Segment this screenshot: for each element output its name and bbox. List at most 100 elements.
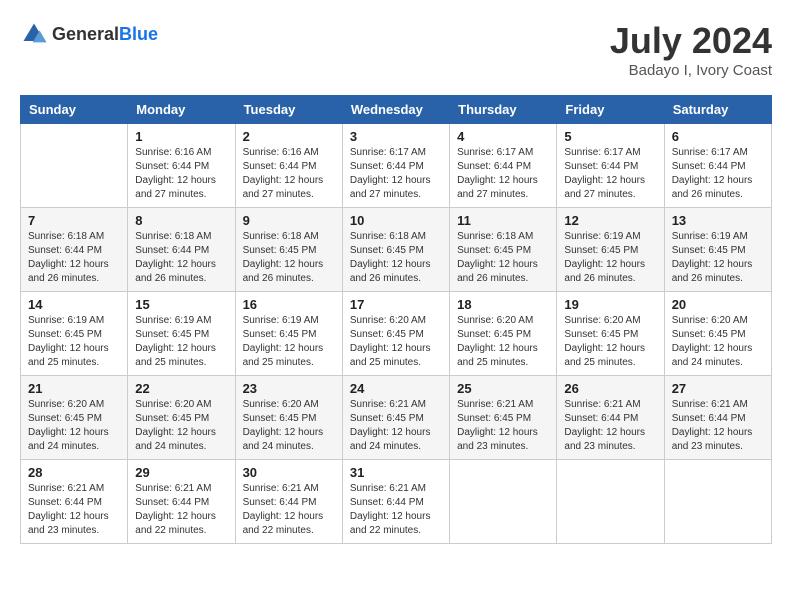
- day-info: Sunrise: 6:16 AM Sunset: 6:44 PM Dayligh…: [243, 146, 335, 202]
- day-number: 11: [457, 213, 549, 228]
- logo: GeneralBlue: [20, 20, 158, 48]
- day-info: Sunrise: 6:21 AM Sunset: 6:44 PM Dayligh…: [672, 398, 764, 454]
- calendar-cell: 15 Sunrise: 6:19 AM Sunset: 6:45 PM Dayli…: [128, 292, 235, 376]
- day-info: Sunrise: 6:20 AM Sunset: 6:45 PM Dayligh…: [243, 398, 335, 454]
- calendar-week-row: 14 Sunrise: 6:19 AM Sunset: 6:45 PM Dayli…: [21, 292, 772, 376]
- day-info: Sunrise: 6:21 AM Sunset: 6:45 PM Dayligh…: [350, 398, 442, 454]
- calendar-cell: [557, 460, 664, 544]
- day-info: Sunrise: 6:21 AM Sunset: 6:44 PM Dayligh…: [243, 482, 335, 538]
- calendar-week-row: 21Sunrise: 6:20 AM Sunset: 6:45 PM Dayli…: [21, 376, 772, 460]
- calendar-week-row: 7Sunrise: 6:18 AM Sunset: 6:44 PM Daylig…: [21, 208, 772, 292]
- calendar-cell: 6 Sunrise: 6:17 AM Sunset: 6:44 PM Daylig…: [664, 124, 771, 208]
- day-info: Sunrise: 6:17 AM Sunset: 6:44 PM Dayligh…: [350, 146, 442, 202]
- calendar-week-row: 28 Sunrise: 6:21 AM Sunset: 6:44 PM Dayli…: [21, 460, 772, 544]
- day-number: 15: [135, 297, 227, 312]
- day-info: Sunrise: 6:20 AM Sunset: 6:45 PM Dayligh…: [457, 314, 549, 370]
- calendar-header-thursday: Thursday: [450, 96, 557, 124]
- calendar-cell: 22Sunrise: 6:20 AM Sunset: 6:45 PM Dayli…: [128, 376, 235, 460]
- calendar-cell: 4 Sunrise: 6:17 AM Sunset: 6:44 PM Daylig…: [450, 124, 557, 208]
- day-number: 1: [135, 129, 227, 144]
- day-number: 12: [564, 213, 656, 228]
- calendar-cell: 26Sunrise: 6:21 AM Sunset: 6:44 PM Dayli…: [557, 376, 664, 460]
- day-info: Sunrise: 6:21 AM Sunset: 6:44 PM Dayligh…: [350, 482, 442, 538]
- calendar-cell: 7Sunrise: 6:18 AM Sunset: 6:44 PM Daylig…: [21, 208, 128, 292]
- day-info: Sunrise: 6:19 AM Sunset: 6:45 PM Dayligh…: [28, 314, 120, 370]
- day-number: 9: [243, 213, 335, 228]
- day-info: Sunrise: 6:17 AM Sunset: 6:44 PM Dayligh…: [457, 146, 549, 202]
- calendar-cell: 3 Sunrise: 6:17 AM Sunset: 6:44 PM Daylig…: [342, 124, 449, 208]
- day-number: 16: [243, 297, 335, 312]
- calendar-header-monday: Monday: [128, 96, 235, 124]
- day-info: Sunrise: 6:18 AM Sunset: 6:44 PM Dayligh…: [135, 230, 227, 286]
- calendar-table: SundayMondayTuesdayWednesdayThursdayFrid…: [20, 95, 772, 544]
- calendar-cell: 27 Sunrise: 6:21 AM Sunset: 6:44 PM Dayli…: [664, 376, 771, 460]
- day-number: 27: [672, 381, 764, 396]
- day-info: Sunrise: 6:19 AM Sunset: 6:45 PM Dayligh…: [135, 314, 227, 370]
- calendar-cell: 1 Sunrise: 6:16 AM Sunset: 6:44 PM Daylig…: [128, 124, 235, 208]
- day-number: 6: [672, 129, 764, 144]
- day-number: 3: [350, 129, 442, 144]
- calendar-cell: 10 Sunrise: 6:18 AM Sunset: 6:45 PM Dayli…: [342, 208, 449, 292]
- day-number: 2: [243, 129, 335, 144]
- day-number: 18: [457, 297, 549, 312]
- day-info: Sunrise: 6:17 AM Sunset: 6:44 PM Dayligh…: [564, 146, 656, 202]
- day-info: Sunrise: 6:19 AM Sunset: 6:45 PM Dayligh…: [672, 230, 764, 286]
- calendar-cell: 23Sunrise: 6:20 AM Sunset: 6:45 PM Dayli…: [235, 376, 342, 460]
- calendar-cell: 16Sunrise: 6:19 AM Sunset: 6:45 PM Dayli…: [235, 292, 342, 376]
- calendar-cell: 14 Sunrise: 6:19 AM Sunset: 6:45 PM Dayli…: [21, 292, 128, 376]
- calendar-cell: 2 Sunrise: 6:16 AM Sunset: 6:44 PM Daylig…: [235, 124, 342, 208]
- title-block: July 2024 Badayo I, Ivory Coast: [610, 20, 772, 79]
- calendar-cell: 5Sunrise: 6:17 AM Sunset: 6:44 PM Daylig…: [557, 124, 664, 208]
- calendar-header-sunday: Sunday: [21, 96, 128, 124]
- calendar-cell: 25 Sunrise: 6:21 AM Sunset: 6:45 PM Dayli…: [450, 376, 557, 460]
- calendar-cell: 20Sunrise: 6:20 AM Sunset: 6:45 PM Dayli…: [664, 292, 771, 376]
- day-info: Sunrise: 6:17 AM Sunset: 6:44 PM Dayligh…: [672, 146, 764, 202]
- calendar-cell: 9Sunrise: 6:18 AM Sunset: 6:45 PM Daylig…: [235, 208, 342, 292]
- logo-text-blue: Blue: [119, 24, 158, 44]
- day-number: 10: [350, 213, 442, 228]
- day-info: Sunrise: 6:20 AM Sunset: 6:45 PM Dayligh…: [564, 314, 656, 370]
- day-number: 28: [28, 465, 120, 480]
- calendar-header-friday: Friday: [557, 96, 664, 124]
- location-subtitle: Badayo I, Ivory Coast: [610, 62, 772, 79]
- calendar-cell: [664, 460, 771, 544]
- day-number: 4: [457, 129, 549, 144]
- calendar-cell: 30 Sunrise: 6:21 AM Sunset: 6:44 PM Dayli…: [235, 460, 342, 544]
- calendar-header-wednesday: Wednesday: [342, 96, 449, 124]
- calendar-cell: 29Sunrise: 6:21 AM Sunset: 6:44 PM Dayli…: [128, 460, 235, 544]
- calendar-cell: 21Sunrise: 6:20 AM Sunset: 6:45 PM Dayli…: [21, 376, 128, 460]
- calendar-cell: 11 Sunrise: 6:18 AM Sunset: 6:45 PM Dayli…: [450, 208, 557, 292]
- day-number: 29: [135, 465, 227, 480]
- calendar-cell: 12 Sunrise: 6:19 AM Sunset: 6:45 PM Dayli…: [557, 208, 664, 292]
- day-number: 31: [350, 465, 442, 480]
- month-year-title: July 2024: [610, 20, 772, 62]
- calendar-week-row: 1 Sunrise: 6:16 AM Sunset: 6:44 PM Daylig…: [21, 124, 772, 208]
- day-number: 14: [28, 297, 120, 312]
- day-info: Sunrise: 6:21 AM Sunset: 6:44 PM Dayligh…: [564, 398, 656, 454]
- calendar-header-tuesday: Tuesday: [235, 96, 342, 124]
- day-number: 30: [243, 465, 335, 480]
- day-info: Sunrise: 6:18 AM Sunset: 6:45 PM Dayligh…: [350, 230, 442, 286]
- calendar-cell: 17Sunrise: 6:20 AM Sunset: 6:45 PM Dayli…: [342, 292, 449, 376]
- calendar-cell: [450, 460, 557, 544]
- day-number: 8: [135, 213, 227, 228]
- day-number: 19: [564, 297, 656, 312]
- day-info: Sunrise: 6:18 AM Sunset: 6:44 PM Dayligh…: [28, 230, 120, 286]
- day-info: Sunrise: 6:19 AM Sunset: 6:45 PM Dayligh…: [564, 230, 656, 286]
- calendar-cell: 31 Sunrise: 6:21 AM Sunset: 6:44 PM Dayli…: [342, 460, 449, 544]
- day-number: 13: [672, 213, 764, 228]
- calendar-cell: 8 Sunrise: 6:18 AM Sunset: 6:44 PM Daylig…: [128, 208, 235, 292]
- logo-text-general: General: [52, 24, 119, 44]
- day-number: 22: [135, 381, 227, 396]
- calendar-cell: 24Sunrise: 6:21 AM Sunset: 6:45 PM Dayli…: [342, 376, 449, 460]
- day-info: Sunrise: 6:18 AM Sunset: 6:45 PM Dayligh…: [457, 230, 549, 286]
- day-info: Sunrise: 6:20 AM Sunset: 6:45 PM Dayligh…: [350, 314, 442, 370]
- page-header: GeneralBlue July 2024 Badayo I, Ivory Co…: [20, 20, 772, 79]
- day-info: Sunrise: 6:21 AM Sunset: 6:44 PM Dayligh…: [28, 482, 120, 538]
- calendar-cell: 28 Sunrise: 6:21 AM Sunset: 6:44 PM Dayli…: [21, 460, 128, 544]
- day-number: 25: [457, 381, 549, 396]
- logo-icon: [20, 20, 48, 48]
- day-info: Sunrise: 6:16 AM Sunset: 6:44 PM Dayligh…: [135, 146, 227, 202]
- day-info: Sunrise: 6:21 AM Sunset: 6:45 PM Dayligh…: [457, 398, 549, 454]
- day-info: Sunrise: 6:20 AM Sunset: 6:45 PM Dayligh…: [28, 398, 120, 454]
